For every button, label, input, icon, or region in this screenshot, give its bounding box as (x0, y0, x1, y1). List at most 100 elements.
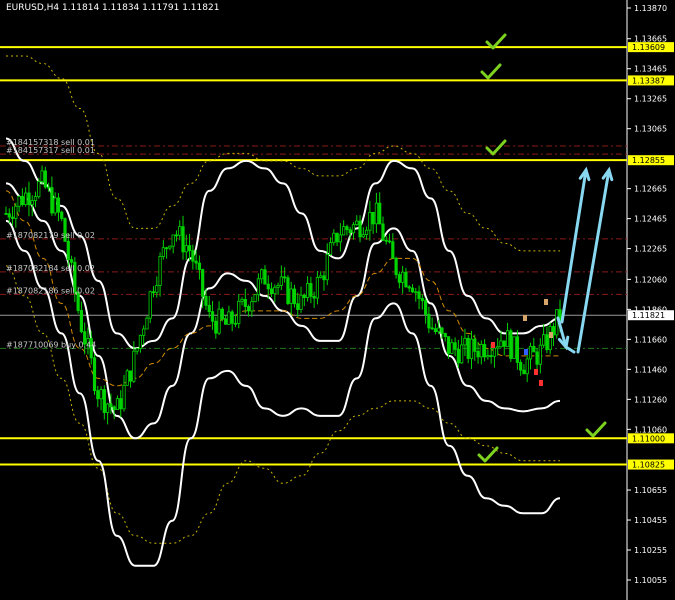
candle-body (40, 170, 44, 182)
candle-body (168, 245, 172, 249)
candle-body (335, 232, 339, 243)
trade-marker (491, 342, 495, 348)
candle-body (305, 283, 310, 299)
trade-marker (534, 369, 538, 375)
candle-body (394, 257, 398, 276)
candle-body (243, 298, 247, 307)
candle-body (302, 294, 306, 299)
y-tick-label: 1.13870 (634, 4, 667, 13)
candle-body (122, 384, 126, 410)
y-tick-label: 1.10455 (634, 516, 667, 525)
price-tag-label: 1.10825 (632, 461, 665, 470)
y-tick-label: 1.11060 (634, 425, 667, 434)
candle-body (4, 213, 8, 215)
candle-body (20, 195, 24, 205)
candle-body (315, 276, 320, 299)
candle-body (512, 336, 516, 359)
candle-body (407, 286, 411, 289)
candle-body (227, 311, 231, 325)
candle-body (437, 327, 441, 333)
candle-body (414, 291, 418, 294)
candle-body (224, 318, 228, 325)
y-tick-label: 1.13065 (634, 125, 667, 134)
candle-body (463, 337, 467, 346)
candle-body (519, 362, 523, 371)
candle-body (404, 271, 408, 288)
candle-body (433, 328, 438, 333)
y-tick-label: 1.11660 (634, 335, 667, 344)
candle-body (325, 254, 329, 281)
candle-body (545, 334, 549, 351)
candle-body (24, 192, 28, 205)
candle-body (214, 320, 218, 334)
candle-body (184, 245, 188, 253)
candle-body (106, 403, 110, 413)
candle-body (155, 285, 159, 293)
candle-body (430, 327, 434, 330)
candle-body (342, 226, 346, 236)
candle-body (7, 213, 11, 218)
candle-body (210, 311, 215, 322)
candle-body (355, 220, 359, 226)
price-chart[interactable]: 1.138701.136651.134651.132651.130651.126… (0, 0, 675, 600)
candle-body (250, 301, 254, 312)
candle-body (460, 344, 464, 364)
candle-body (322, 275, 326, 281)
y-tick-label: 1.10655 (634, 486, 667, 495)
candle-body (230, 311, 234, 324)
candle-body (515, 336, 519, 363)
candle-body (328, 242, 333, 255)
y-tick-label: 1.12265 (634, 245, 667, 254)
y-tick-label: 1.10055 (634, 576, 667, 585)
candle-body (50, 187, 54, 214)
candle-body (387, 240, 392, 243)
trade-marker (539, 380, 543, 386)
y-tick-label: 1.11460 (634, 365, 667, 374)
candle-body (296, 303, 300, 310)
y-tick-label: 1.10255 (634, 546, 667, 555)
order-label: #187710069 buy 0.44 (6, 340, 96, 349)
candle-body (158, 256, 162, 286)
candle-body (319, 275, 323, 278)
candle-body (371, 211, 375, 225)
candle-body (286, 277, 290, 304)
candle-body (446, 336, 451, 354)
candle-body (233, 322, 238, 325)
candle-body (142, 328, 146, 336)
candle-body (532, 345, 536, 353)
candle-body (79, 310, 83, 333)
candle-body (256, 278, 261, 296)
candle-body (466, 337, 470, 359)
candle-body (240, 298, 244, 302)
candle-body (276, 284, 280, 288)
candle-body (69, 259, 74, 263)
candle-body (483, 344, 487, 358)
chart-title: EURUSD,H4 1.11814 1.11834 1.11791 1.1182… (6, 3, 219, 13)
candle-body (381, 223, 385, 241)
candle-body (486, 355, 490, 358)
candle-body (27, 192, 31, 206)
candle-body (138, 334, 143, 349)
candle-body (260, 269, 264, 280)
candle-body (338, 234, 342, 243)
candle-body (489, 355, 493, 357)
candle-body (56, 197, 61, 213)
candle-body (384, 239, 388, 242)
candle-body (453, 342, 457, 350)
candle-body (246, 306, 251, 312)
candle-body (378, 202, 382, 225)
candle-body (181, 226, 185, 253)
candle-body (420, 298, 424, 302)
y-tick-label: 1.13465 (634, 65, 667, 74)
candle-body (361, 234, 365, 238)
candle-body (148, 291, 152, 319)
candle-body (128, 370, 133, 382)
candle-body (364, 229, 369, 236)
candle-body (440, 327, 444, 334)
price-tag-label: 1.13387 (632, 76, 665, 85)
candle-body (473, 338, 477, 352)
trade-marker (549, 332, 553, 338)
candle-body (269, 288, 274, 295)
candle-body (492, 347, 497, 357)
candle-body (201, 269, 205, 297)
